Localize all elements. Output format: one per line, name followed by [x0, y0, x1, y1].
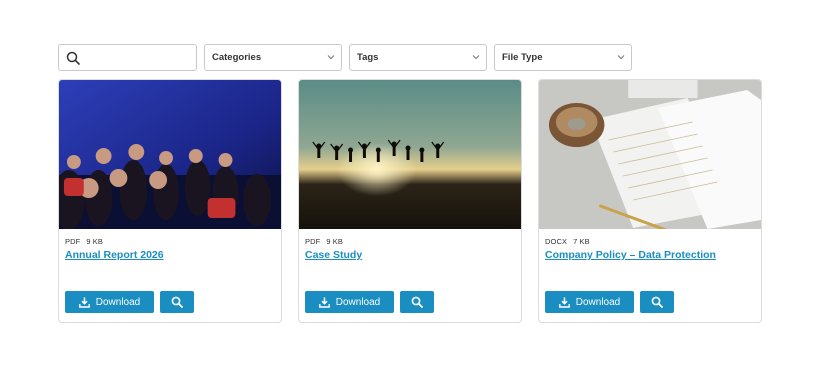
file-size: 9 KB — [86, 237, 103, 246]
categories-label: Categories — [212, 52, 262, 63]
file-meta: PDF 9 KB — [305, 237, 343, 246]
file-type-dropdown[interactable]: File Type — [494, 44, 632, 71]
download-icon — [558, 297, 570, 308]
file-meta: DOCX 7 KB — [545, 237, 590, 246]
file-size: 9 KB — [326, 237, 343, 246]
card-actions: Download — [545, 291, 674, 313]
document-title-link[interactable]: Company Policy – Data Protection — [545, 249, 716, 261]
chevron-down-icon — [327, 55, 335, 60]
magnifier-icon — [651, 296, 663, 308]
file-size: 7 KB — [573, 237, 590, 246]
magnifier-icon — [171, 296, 183, 308]
document-title-link[interactable]: Case Study — [305, 249, 362, 261]
download-button[interactable]: Download — [305, 291, 394, 313]
people-jumping-at-sunset-photo[interactable] — [299, 80, 521, 229]
card-actions: Download — [65, 291, 194, 313]
download-button[interactable]: Download — [545, 291, 634, 313]
download-label: Download — [335, 296, 381, 308]
download-icon — [318, 297, 330, 308]
chevron-down-icon — [617, 55, 625, 60]
download-label: Download — [95, 296, 141, 308]
file-meta: PDF 9 KB — [65, 237, 103, 246]
preview-button[interactable] — [640, 291, 674, 313]
document-grid: PDF 9 KB Annual Report 2026 Download PDF… — [58, 79, 762, 323]
tags-label: Tags — [357, 52, 379, 63]
audience-in-theater-photo[interactable] — [59, 80, 281, 229]
card-actions: Download — [305, 291, 434, 313]
filter-bar: Categories Tags File Type — [58, 44, 632, 71]
magnifier-icon — [411, 296, 423, 308]
tags-dropdown[interactable]: Tags — [349, 44, 487, 71]
download-button[interactable]: Download — [65, 291, 154, 313]
document-card: PDF 9 KB Annual Report 2026 Download — [58, 79, 282, 323]
document-card: PDF 9 KB Case Study Download — [298, 79, 522, 323]
categories-dropdown[interactable]: Categories — [204, 44, 342, 71]
preview-button[interactable] — [160, 291, 194, 313]
file-type-label: File Type — [502, 52, 543, 63]
download-icon — [78, 297, 90, 308]
file-type: DOCX — [545, 237, 568, 246]
search-icon — [66, 51, 80, 65]
document-title-link[interactable]: Annual Report 2026 — [65, 249, 164, 261]
document-card: DOCX 7 KB Company Policy – Data Protectio… — [538, 79, 762, 323]
preview-button[interactable] — [400, 291, 434, 313]
documents-and-pen-on-desk-photo[interactable] — [539, 80, 761, 229]
file-type: PDF — [65, 237, 81, 246]
download-label: Download — [575, 296, 621, 308]
chevron-down-icon — [472, 55, 480, 60]
search-input[interactable] — [58, 44, 197, 71]
file-type: PDF — [305, 237, 321, 246]
